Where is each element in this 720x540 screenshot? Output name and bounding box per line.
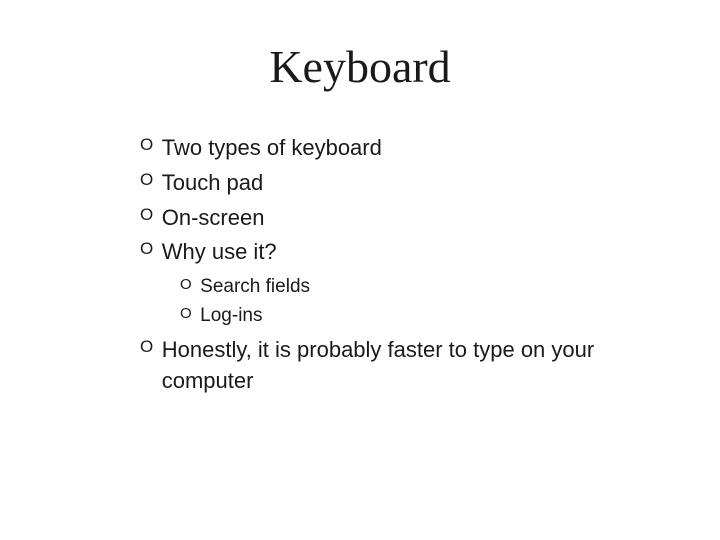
sublist: O Search fields O Log-ins [140,274,660,329]
bullet-icon: O [140,168,154,192]
bullet-text: On-screen [162,203,265,234]
bullet-icon: O [140,237,154,261]
list-item: O On-screen [140,203,660,234]
bullet-text: Two types of keyboard [162,133,382,164]
list-item: O Why use it? [140,237,660,268]
list-item: O Honestly, it is probably faster to typ… [140,335,660,397]
list-item: O Touch pad [140,168,660,199]
slide-content: O Two types of keyboard O Touch pad O On… [0,133,720,397]
list-item: O Two types of keyboard [140,133,660,164]
bullet-text: Touch pad [162,168,264,199]
bullet-icon: O [180,303,192,324]
slide: Keyboard O Two types of keyboard O Touch… [0,0,720,540]
bullet-icon: O [140,133,154,157]
bullet-text: Log-ins [200,303,262,330]
list-item: O Search fields [180,274,660,301]
bullet-icon: O [140,203,154,227]
bullet-icon: O [140,335,154,359]
bullet-text: Honestly, it is probably faster to type … [162,335,660,397]
list-item: O Log-ins [180,303,660,330]
bullet-icon: O [180,274,192,295]
bullet-text: Search fields [200,274,310,301]
bullet-text: Why use it? [162,237,277,268]
slide-title: Keyboard [0,40,720,93]
